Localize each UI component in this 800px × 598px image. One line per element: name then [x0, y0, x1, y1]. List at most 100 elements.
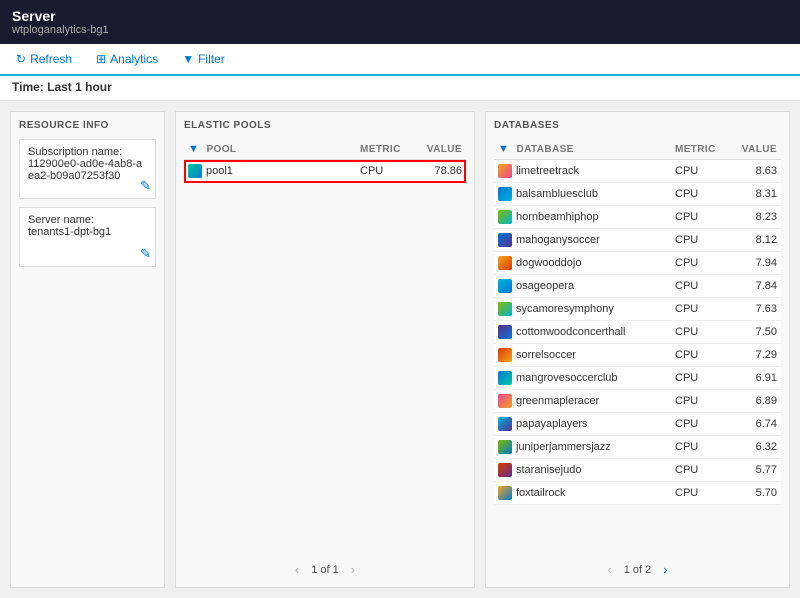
- elastic-pools-table-container: ▼ POOL METRIC VALUE pool1 CPU 78.86: [184, 139, 466, 556]
- database-value: 5.70: [731, 482, 781, 505]
- db-col-value-header: VALUE: [731, 139, 781, 160]
- database-row[interactable]: dogwooddojo CPU 7.94: [494, 252, 781, 275]
- elastic-pools-table: ▼ POOL METRIC VALUE pool1 CPU 78.86: [184, 139, 466, 183]
- main-content: RESOURCE INFO Subscription name: 112900e…: [0, 101, 800, 598]
- database-value: 7.29: [731, 344, 781, 367]
- pool-metric: CPU: [356, 160, 416, 183]
- analytics-button[interactable]: ⊞ Analytics: [92, 50, 162, 68]
- database-icon: [498, 325, 512, 339]
- database-row[interactable]: balsambluesclub CPU 8.31: [494, 183, 781, 206]
- filter-label: Filter: [198, 52, 225, 66]
- database-icon: [498, 348, 512, 362]
- elastic-pools-label: ELASTIC POOLS: [184, 120, 466, 131]
- analytics-icon: ⊞: [96, 52, 106, 66]
- database-metric: CPU: [671, 344, 731, 367]
- server-value: tenants1-dpt-bg1: [28, 226, 147, 238]
- database-metric: CPU: [671, 160, 731, 183]
- database-row[interactable]: mangrovesoccerclub CPU 6.91: [494, 367, 781, 390]
- title-bar: Server wtploganalytics-bg1: [0, 0, 800, 44]
- databases-prev-btn[interactable]: ‹: [603, 562, 615, 577]
- database-row[interactable]: cottonwoodconcerthall CPU 7.50: [494, 321, 781, 344]
- databases-pagination: ‹ 1 of 2 ›: [494, 556, 781, 579]
- server-edit-icon[interactable]: ✎: [140, 246, 151, 262]
- databases-label: DATABASES: [494, 120, 781, 131]
- database-name: papayaplayers: [516, 418, 588, 430]
- database-metric: CPU: [671, 482, 731, 505]
- database-icon: [498, 164, 512, 178]
- elastic-pools-next-btn[interactable]: ›: [347, 562, 359, 577]
- database-metric: CPU: [671, 459, 731, 482]
- database-value: 7.50: [731, 321, 781, 344]
- database-name: sycamoresymphony: [516, 303, 614, 315]
- database-row[interactable]: hornbeamhiphop CPU 8.23: [494, 206, 781, 229]
- elastic-pools-prev-btn[interactable]: ‹: [291, 562, 303, 577]
- database-row[interactable]: sorrelsoccer CPU 7.29: [494, 344, 781, 367]
- database-value: 5.77: [731, 459, 781, 482]
- databases-next-btn[interactable]: ›: [659, 562, 671, 577]
- toolbar: ↻ Refresh ⊞ Analytics ▼ Filter: [0, 44, 800, 76]
- database-icon: [498, 371, 512, 385]
- database-metric: CPU: [671, 436, 731, 459]
- subscription-value: 112900e0-ad0e-4ab8-aea2-b09a07253f30: [28, 158, 147, 182]
- database-metric: CPU: [671, 390, 731, 413]
- pool-row[interactable]: pool1 CPU 78.86: [184, 160, 466, 183]
- database-name: sorrelsoccer: [516, 349, 576, 361]
- database-value: 8.12: [731, 229, 781, 252]
- database-metric: CPU: [671, 321, 731, 344]
- db-col-database-header: ▼ DATABASE: [494, 139, 671, 160]
- pool-filter-icon[interactable]: ▼: [188, 143, 199, 155]
- database-value: 7.84: [731, 275, 781, 298]
- database-row[interactable]: greenmapleracer CPU 6.89: [494, 390, 781, 413]
- database-icon: [498, 302, 512, 316]
- app-subtitle: wtploganalytics-bg1: [12, 24, 788, 36]
- database-name: mahoganysoccer: [516, 234, 600, 246]
- elastic-pools-panel: ELASTIC POOLS ▼ POOL METRIC VALUE: [175, 111, 475, 588]
- server-label: Server name:: [28, 214, 147, 226]
- database-row[interactable]: limetreetrack CPU 8.63: [494, 160, 781, 183]
- resource-info-label: RESOURCE INFO: [19, 120, 156, 131]
- database-metric: CPU: [671, 206, 731, 229]
- database-value: 6.91: [731, 367, 781, 390]
- pool-icon: [188, 164, 202, 178]
- db-filter-icon[interactable]: ▼: [498, 143, 509, 155]
- database-row[interactable]: mahoganysoccer CPU 8.12: [494, 229, 781, 252]
- analytics-label: Analytics: [110, 52, 158, 66]
- databases-table-container: ▼ DATABASE METRIC VALUE limetreetrack CP…: [494, 139, 781, 556]
- database-metric: CPU: [671, 183, 731, 206]
- database-name: staranisejudo: [516, 464, 581, 476]
- database-name: mangrovesoccerclub: [516, 372, 618, 384]
- database-icon: [498, 463, 512, 477]
- database-row[interactable]: foxtailrock CPU 5.70: [494, 482, 781, 505]
- databases-panel: DATABASES ▼ DATABASE METRIC VALUE: [485, 111, 790, 588]
- database-value: 6.74: [731, 413, 781, 436]
- database-row[interactable]: juniperjammersjazz CPU 6.32: [494, 436, 781, 459]
- refresh-label: Refresh: [30, 52, 72, 66]
- database-name: hornbeamhiphop: [516, 211, 599, 223]
- databases-page-info: 1 of 2: [624, 564, 652, 576]
- database-row[interactable]: sycamoresymphony CPU 7.63: [494, 298, 781, 321]
- database-name: greenmapleracer: [516, 395, 599, 407]
- db-col-metric-header: METRIC: [671, 139, 731, 160]
- subscription-label: Subscription name:: [28, 146, 147, 158]
- database-icon: [498, 440, 512, 454]
- subscription-edit-icon[interactable]: ✎: [140, 178, 151, 194]
- refresh-icon: ↻: [16, 52, 26, 66]
- database-row[interactable]: papayaplayers CPU 6.74: [494, 413, 781, 436]
- database-value: 7.63: [731, 298, 781, 321]
- database-icon: [498, 279, 512, 293]
- database-row[interactable]: osageopera CPU 7.84: [494, 275, 781, 298]
- app-title: Server: [12, 8, 788, 24]
- database-value: 8.63: [731, 160, 781, 183]
- filter-button[interactable]: ▼ Filter: [178, 50, 229, 68]
- database-row[interactable]: staranisejudo CPU 5.77: [494, 459, 781, 482]
- pool-col-value-header: VALUE: [416, 139, 466, 160]
- database-icon: [498, 394, 512, 408]
- time-label: Time: Last 1 hour: [12, 80, 112, 94]
- elastic-pools-pagination: ‹ 1 of 1 ›: [184, 556, 466, 579]
- server-box: Server name: tenants1-dpt-bg1 ✎: [19, 207, 156, 267]
- database-metric: CPU: [671, 367, 731, 390]
- database-metric: CPU: [671, 252, 731, 275]
- database-icon: [498, 233, 512, 247]
- resource-info-panel: RESOURCE INFO Subscription name: 112900e…: [10, 111, 165, 588]
- refresh-button[interactable]: ↻ Refresh: [12, 50, 76, 68]
